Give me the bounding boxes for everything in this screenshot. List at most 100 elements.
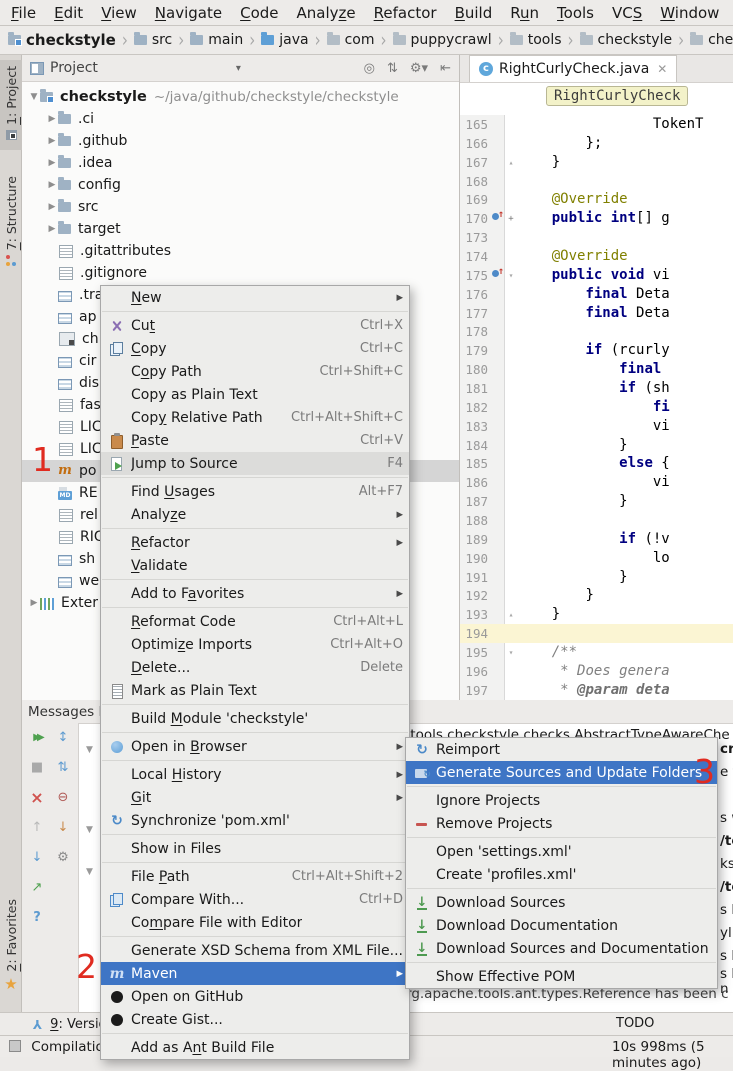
menu-file[interactable]: File	[2, 4, 45, 22]
tree-collapsed-arrow[interactable]: ▶	[46, 224, 58, 234]
breadcrumb-item-tools[interactable]: tools	[510, 32, 562, 48]
breadcrumb-item-checks[interactable]: checks	[690, 32, 733, 48]
menu-build[interactable]: Build	[446, 4, 502, 22]
breadcrumb-item-checkstyle[interactable]: checkstyle	[580, 32, 673, 48]
breadcrumb-item-java[interactable]: java	[261, 32, 308, 48]
fold-marker-icon[interactable]: ▴	[504, 158, 518, 167]
menu-item-generate-xsd-schema-from-xml-file[interactable]: Generate XSD Schema from XML File...	[101, 939, 409, 962]
menu-item-reimport[interactable]: ↻Reimport	[406, 738, 717, 761]
menu-item-paste[interactable]: PasteCtrl+V	[101, 429, 409, 452]
menu-item-ignore-projects[interactable]: Ignore Projects	[406, 789, 717, 812]
next-message-icon[interactable]: ↓	[28, 849, 46, 867]
suspend-icon[interactable]: ⊖	[54, 789, 72, 807]
menu-item-download-documentation[interactable]: ↓Download Documentation	[406, 914, 717, 937]
tree-expanded-arrow[interactable]: ▼	[28, 92, 40, 102]
tree-expanded-arrow[interactable]: ▼	[86, 745, 93, 755]
menu-help[interactable]: Help	[728, 4, 733, 22]
menu-item-copy-path[interactable]: Copy PathCtrl+Shift+C	[101, 360, 409, 383]
menu-item-validate[interactable]: Validate	[101, 554, 409, 577]
tree-item-ci[interactable]: ▶.ci	[22, 108, 459, 130]
menu-tools[interactable]: Tools	[548, 4, 603, 22]
menu-item-new[interactable]: New▶	[101, 286, 409, 309]
menu-item-synchronize-pom-xml[interactable]: ↻Synchronize 'pom.xml'	[101, 809, 409, 832]
tree-item-src[interactable]: ▶src	[22, 196, 459, 218]
tree-collapsed-arrow[interactable]: ▶	[46, 136, 58, 146]
menu-item-local-history[interactable]: Local History▶	[101, 763, 409, 786]
menu-item-refactor[interactable]: Refactor▶	[101, 531, 409, 554]
menu-item-optimize-imports[interactable]: Optimize ImportsCtrl+Alt+O	[101, 633, 409, 656]
fold-marker-icon[interactable]: ▾	[504, 648, 518, 657]
tree-item-gitignore[interactable]: .gitignore	[22, 262, 459, 284]
export-icon[interactable]: ↗	[28, 879, 46, 897]
menu-item-add-as-ant-build-file[interactable]: Add as Ant Build File	[101, 1036, 409, 1059]
menu-item-copy-as-plain-text[interactable]: Copy as Plain Text	[101, 383, 409, 406]
menu-window[interactable]: Window	[651, 4, 728, 22]
menu-item-build-module-checkstyle[interactable]: Build Module 'checkstyle'	[101, 707, 409, 730]
tree-collapsed-arrow[interactable]: ▶	[46, 202, 58, 212]
editor-area[interactable]: c RightCurlyCheck.java ✕ RightCurlyCheck…	[460, 55, 733, 700]
menu-item-find-usages[interactable]: Find UsagesAlt+F7	[101, 480, 409, 503]
menu-item-create-profiles-xml[interactable]: Create 'profiles.xml'	[406, 863, 717, 886]
tab-rightcurlycheck[interactable]: c RightCurlyCheck.java ✕	[469, 55, 677, 82]
breadcrumb-item-com[interactable]: com	[327, 32, 375, 48]
sidebar-item-favorites[interactable]: 2: Favorites ★	[0, 893, 22, 1005]
menu-item-delete[interactable]: Delete...Delete	[101, 656, 409, 679]
breadcrumb-item-src[interactable]: src	[134, 32, 172, 48]
stop-icon[interactable]: ■	[28, 759, 46, 777]
menu-item-git[interactable]: Git▶	[101, 786, 409, 809]
menu-item-open-in-browser[interactable]: Open in Browser▶	[101, 735, 409, 758]
rerun-build-icon[interactable]: ▶▶	[28, 729, 46, 747]
menu-item-open-settings-xml[interactable]: Open 'settings.xml'	[406, 840, 717, 863]
menu-item-analyze[interactable]: Analyze▶	[101, 503, 409, 526]
breadcrumb-item-puppycrawl[interactable]: puppycrawl	[393, 32, 492, 48]
tree-collapsed-arrow[interactable]: ▶	[46, 114, 58, 124]
menu-item-compare-with[interactable]: Compare With...Ctrl+D	[101, 888, 409, 911]
collapse-all-icon[interactable]: ⇅	[387, 61, 398, 76]
tree-expanded-arrow[interactable]: ▼	[86, 825, 93, 835]
menu-item-download-sources[interactable]: ↓Download Sources	[406, 891, 717, 914]
breadcrumb-item-checkstyle[interactable]: checkstyle	[8, 31, 116, 49]
code-area[interactable]: 165 TokenT166 };167▴ }168169 @Override17…	[460, 115, 733, 700]
prev-message-icon[interactable]: ↑	[28, 819, 46, 837]
menu-item-open-on-github[interactable]: Open on GitHub	[101, 985, 409, 1008]
menu-item-maven[interactable]: mMaven▶	[101, 962, 409, 985]
menu-item-jump-to-source[interactable]: Jump to SourceF4	[101, 452, 409, 475]
menu-item-add-to-favorites[interactable]: Add to Favorites▶	[101, 582, 409, 605]
menu-edit[interactable]: Edit	[45, 4, 92, 22]
locate-icon[interactable]: ◎	[364, 61, 375, 76]
tree-item-gitattributes[interactable]: .gitattributes	[22, 240, 459, 262]
chevron-down-icon[interactable]: ▾	[236, 63, 241, 74]
expand-all-icon[interactable]: ↕	[54, 729, 72, 747]
breadcrumb-item-main[interactable]: main	[190, 32, 243, 48]
menu-item-file-path[interactable]: File PathCtrl+Alt+Shift+2	[101, 865, 409, 888]
collapse-all-icon[interactable]: ⇅	[54, 759, 72, 777]
menu-item-copy[interactable]: CopyCtrl+C	[101, 337, 409, 360]
tree-item-target[interactable]: ▶target	[22, 218, 459, 240]
menu-view[interactable]: View	[92, 4, 146, 22]
fold-marker-icon[interactable]: ▴	[504, 610, 518, 619]
menu-item-create-gist[interactable]: Create Gist...	[101, 1008, 409, 1031]
menu-item-download-sources-and-documentation[interactable]: ↓Download Sources and Documentation	[406, 937, 717, 960]
menu-item-remove-projects[interactable]: Remove Projects	[406, 812, 717, 835]
menu-item-generate-sources-and-update-folders[interactable]: Generate Sources and Update Folders	[406, 761, 717, 784]
menu-item-reformat-code[interactable]: Reformat CodeCtrl+Alt+L	[101, 610, 409, 633]
menu-code[interactable]: Code	[231, 4, 287, 22]
tree-item-config[interactable]: ▶config	[22, 174, 459, 196]
menu-run[interactable]: Run	[501, 4, 548, 22]
tree-item-checkstyle[interactable]: ▼checkstyle~/java/github/checkstyle/chec…	[22, 86, 459, 108]
fold-marker-icon[interactable]: ▾	[504, 271, 518, 280]
settings-icon[interactable]: ⚙▾	[410, 61, 428, 76]
settings-icon[interactable]: ⚙	[54, 849, 72, 867]
tree-collapsed-arrow[interactable]: ▶	[46, 180, 58, 190]
menu-item-cut[interactable]: CutCtrl+X	[101, 314, 409, 337]
sidebar-item-version-control[interactable]: Y 9: Versio	[33, 1016, 107, 1032]
import-icon[interactable]: ↓	[54, 819, 72, 837]
menu-analyze[interactable]: Analyze	[288, 4, 365, 22]
close-icon[interactable]: ×	[28, 789, 46, 807]
tree-item-idea[interactable]: ▶.idea	[22, 152, 459, 174]
sidebar-item-todo[interactable]: TODO	[616, 1016, 654, 1031]
menu-vcs[interactable]: VCS	[603, 4, 651, 22]
tree-collapsed-arrow[interactable]: ▶	[46, 158, 58, 168]
menu-navigate[interactable]: Navigate	[146, 4, 231, 22]
tree-collapsed-arrow[interactable]: ▶	[28, 598, 40, 608]
